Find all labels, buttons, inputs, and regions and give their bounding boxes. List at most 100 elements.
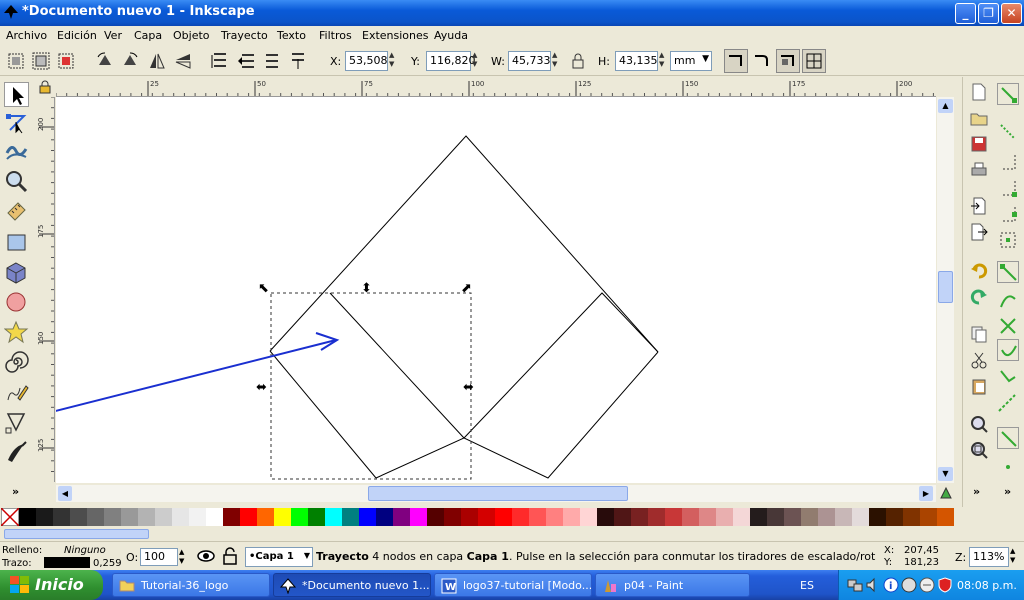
security-center-icon[interactable] [901,577,917,593]
h-field[interactable]: 43,135 [615,51,658,71]
snap-cusp-nodes-icon[interactable] [997,339,1019,361]
menu-texto[interactable]: Texto [277,29,306,42]
language-indicator[interactable]: ES [800,579,814,592]
palette-swatch[interactable] [325,508,342,526]
zoom-spinner[interactable]: ▲ ▼ [1010,547,1020,567]
palette-swatch[interactable] [580,508,597,526]
palette-swatch[interactable] [665,508,682,526]
new-document-icon[interactable] [970,83,988,101]
save-icon[interactable] [970,135,988,153]
minimize-button[interactable]: _ [955,3,976,24]
palette-swatch[interactable] [359,508,376,526]
roof-outline-shape[interactable] [269,135,659,353]
palette-swatch[interactable] [104,508,121,526]
palette-swatch[interactable] [308,508,325,526]
zoom-selection-icon[interactable] [970,415,988,433]
export-icon[interactable] [970,223,988,241]
palette-swatch[interactable] [461,508,478,526]
palette-swatch[interactable] [121,508,138,526]
palette-swatch[interactable] [342,508,359,526]
undo-icon[interactable] [970,261,988,279]
redo-icon[interactable] [970,287,988,305]
menu-objeto[interactable]: Objeto [173,29,210,42]
palette-swatch[interactable] [223,508,240,526]
menu-capa[interactable]: Capa [134,29,162,42]
ellipse-tool-icon[interactable] [4,290,29,315]
palette-swatch[interactable] [750,508,767,526]
scroll-down-icon[interactable]: ▼ [938,467,953,481]
w-field[interactable]: 45,733 [508,51,551,71]
palette-swatch[interactable] [478,508,495,526]
palette-swatch[interactable] [716,508,733,526]
paste-icon[interactable] [970,377,988,395]
menu-ver[interactable]: Ver [104,29,122,42]
measure-tool-icon[interactable] [4,199,29,224]
palette-swatch[interactable] [291,508,308,526]
palette-swatch[interactable] [444,508,461,526]
palette-swatch[interactable] [172,508,189,526]
select-all-icon[interactable] [6,51,26,71]
menu-filtros[interactable]: Filtros [319,29,352,42]
snap-object-centers-icon[interactable] [997,427,1019,449]
more-commands-icon[interactable]: » [973,485,980,498]
snap-to-path-icon[interactable] [997,289,1019,311]
zoom-drawing-icon[interactable] [970,441,988,459]
palette-swatch[interactable] [903,508,920,526]
palette-swatch[interactable] [852,508,869,526]
palette-swatch[interactable] [512,508,529,526]
y-spinner[interactable]: ▲ ▼ [472,51,482,71]
drawing-canvas[interactable]: ⬉ ⬈ ⬍ ⬌ ⬌ [56,97,936,483]
selector-tool-icon[interactable] [4,82,29,107]
no-paint-swatch-icon[interactable] [1,508,19,526]
palette-swatch[interactable] [240,508,257,526]
rectangle-tool-icon[interactable] [4,230,29,255]
snap-smooth-nodes-icon[interactable] [997,367,1019,389]
opacity-field[interactable]: 100 [140,548,178,566]
palette-swatch[interactable] [818,508,835,526]
palette-scroll-thumb[interactable] [4,529,149,539]
snap-path-intersection-icon[interactable] [997,315,1019,337]
task-word-document[interactable]: W logo37-tutorial [Modo... [434,573,592,597]
copy-icon[interactable] [970,325,988,343]
layer-lock-icon[interactable] [222,547,238,565]
antivirus-icon[interactable] [919,577,935,593]
calligraphy-tool-icon[interactable] [4,440,29,465]
spiral-tool-icon[interactable] [4,350,29,375]
maximize-button[interactable]: ❐ [978,3,999,24]
open-icon[interactable] [970,109,988,127]
scroll-right-icon[interactable]: ▶ [919,486,933,501]
stroke-width[interactable]: 0,259 [93,558,122,569]
zoom-tool-icon[interactable] [4,169,29,194]
menu-ayuda[interactable]: Ayuda [434,29,468,42]
snap-bbox-corner-icon[interactable] [997,177,1019,199]
selected-path-shape[interactable] [329,292,465,479]
task-inkscape[interactable]: *Documento nuevo 1... [273,573,431,597]
import-icon[interactable] [970,197,988,215]
vertical-scroll-thumb[interactable] [938,271,953,303]
palette-swatch[interactable] [155,508,172,526]
raise-to-top-icon[interactable] [210,51,230,71]
snap-rotation-center-icon[interactable] [997,455,1019,477]
cut-icon[interactable] [970,351,988,369]
palette-swatch[interactable] [682,508,699,526]
outer-left-shape[interactable] [269,350,377,479]
tweak-tool-icon[interactable] [4,139,29,164]
outer-right-shape[interactable] [463,292,659,479]
palette-swatch[interactable] [19,508,36,526]
x-spinner[interactable]: ▲ ▼ [389,51,399,71]
start-button[interactable]: Inicio [0,570,103,600]
palette-swatch[interactable] [648,508,665,526]
menu-archivo[interactable]: Archivo [6,29,47,42]
lock-ratio-icon[interactable] [568,51,588,71]
opacity-spinner[interactable]: ▲ ▼ [179,548,188,566]
color-management-icon[interactable] [939,486,953,500]
more-snap-icon[interactable]: » [1004,485,1011,498]
palette-swatch[interactable] [53,508,70,526]
palette-swatch[interactable] [869,508,886,526]
flip-horizontal-icon[interactable] [147,51,167,71]
menu-extensiones[interactable]: Extensiones [362,29,429,42]
snap-bbox-edge-icon[interactable] [997,151,1019,173]
palette-swatch[interactable] [257,508,274,526]
palette-swatch[interactable] [529,508,546,526]
palette-swatch[interactable] [393,508,410,526]
